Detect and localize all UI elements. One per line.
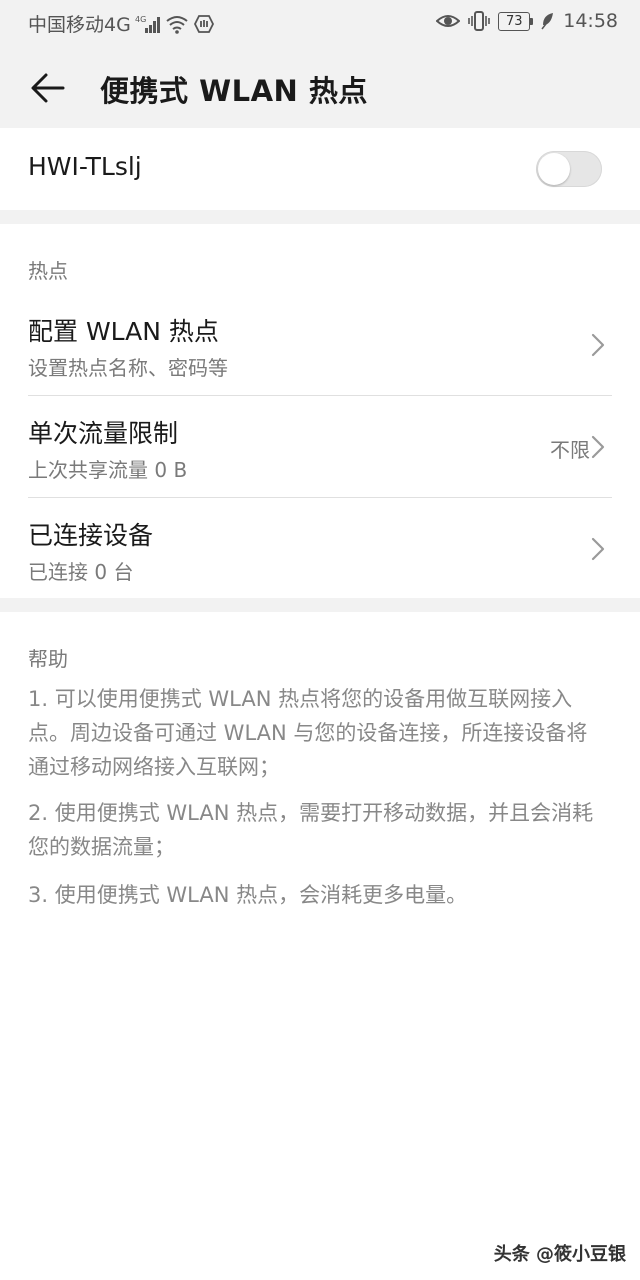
battery-level: 73 (498, 11, 531, 31)
item-title: 单次流量限制 (28, 419, 179, 448)
section-label-hotspot: 热点 (28, 259, 68, 283)
leaf-icon (541, 12, 555, 30)
help-paragraph-3: 3. 使用便携式 WLAN 热点，会消耗更多电量。 (28, 883, 468, 907)
status-bar: 中国移动4G 4G 73 14:58 (0, 0, 640, 44)
carrier-label: 中国移动4G (28, 14, 131, 36)
section-divider (0, 598, 640, 612)
hotspot-status-icon (193, 14, 215, 34)
wifi-icon (165, 14, 189, 34)
item-title: 已连接设备 (28, 521, 154, 550)
item-value: 不限 (550, 438, 590, 462)
toggle-knob (538, 153, 570, 185)
chevron-right-icon (591, 333, 605, 357)
hotspot-switch-row[interactable]: HWI-TLslj (0, 128, 640, 210)
list-item-data-limit[interactable]: 单次流量限制 上次共享流量 0 B 不限 (0, 396, 640, 498)
section-label-help: 帮助 (28, 647, 68, 671)
item-subtitle: 设置热点名称、密码等 (28, 356, 228, 380)
battery-icon: 73 (498, 11, 534, 31)
back-button[interactable] (28, 68, 68, 108)
item-subtitle: 上次共享流量 0 B (28, 458, 188, 482)
page-title: 便携式 WLAN 热点 (100, 74, 368, 108)
list-item-configure-hotspot[interactable]: 配置 WLAN 热点 设置热点名称、密码等 (0, 294, 640, 396)
help-paragraph-1: 1. 可以使用便携式 WLAN 热点将您的设备用做互联网接入点。周边设备可通过 … (28, 687, 588, 779)
eye-comfort-icon (436, 11, 461, 31)
clock: 14:58 (563, 10, 618, 32)
chevron-right-icon (591, 435, 605, 459)
item-title: 配置 WLAN 热点 (28, 317, 219, 346)
signal-icon: 4G (135, 14, 161, 34)
vibrate-icon (468, 11, 491, 31)
hotspot-name: HWI-TLslj (28, 152, 142, 181)
status-bar-right: 73 14:58 (436, 10, 618, 32)
chevron-right-icon (591, 537, 605, 561)
arrow-left-icon (31, 73, 65, 103)
list-item-connected-devices[interactable]: 已连接设备 已连接 0 台 (0, 498, 640, 600)
section-divider (0, 210, 640, 224)
svg-text:4G: 4G (135, 15, 146, 24)
help-paragraph-2: 2. 使用便携式 WLAN 热点，需要打开移动数据，并且会消耗您的数据流量； (28, 801, 594, 859)
item-subtitle: 已连接 0 台 (28, 560, 134, 584)
watermark: 头条 @筱小豆银 (493, 1244, 626, 1265)
hotspot-toggle[interactable] (536, 151, 602, 187)
status-bar-left: 中国移动4G 4G (28, 10, 215, 37)
app-header: 便携式 WLAN 热点 (0, 44, 640, 128)
